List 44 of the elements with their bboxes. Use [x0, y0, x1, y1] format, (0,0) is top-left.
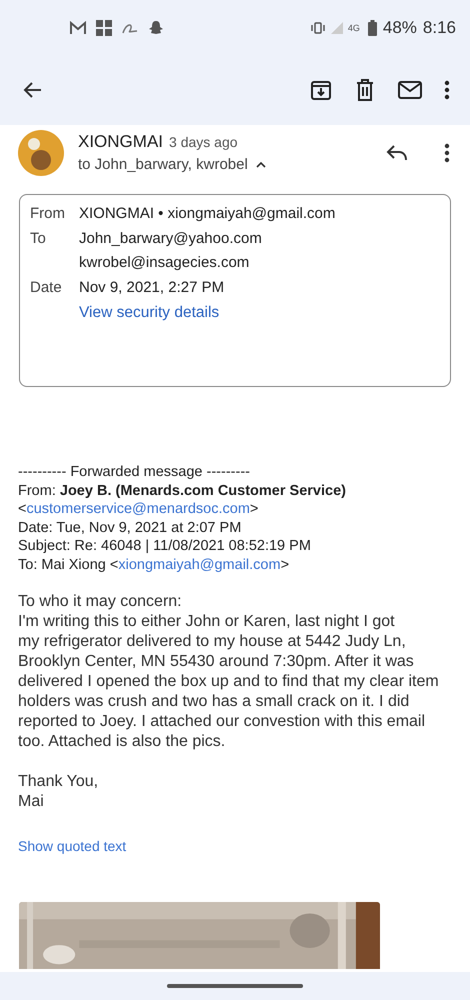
scribble-app-icon [122, 22, 138, 34]
vibrate-icon [310, 22, 326, 34]
detail-label: From [30, 205, 66, 222]
archive-icon [310, 79, 332, 101]
mail-app-icon [70, 20, 86, 34]
sender-name: XIONGMAI [78, 132, 164, 152]
header-line: Date: Tue, Nov 9, 2021 at 2:07 PM [18, 518, 242, 537]
email-link[interactable]: xiongmaiyah@gmail.com [118, 556, 281, 572]
more-vertical-icon [444, 142, 450, 162]
detail-label: Date [30, 279, 63, 296]
battery-icon [368, 20, 377, 36]
security-details-link[interactable]: View security details [79, 304, 220, 322]
detail-label: To [30, 230, 47, 249]
chevron-up-icon [256, 161, 266, 168]
reply-icon [386, 144, 408, 160]
sent-time: 3 days ago [169, 134, 238, 150]
body-paragraph: To who it may concern: [18, 592, 183, 612]
header-line: <customerservice@menardsoc.com> [18, 500, 260, 518]
recipients-summary: to John_barwary, kwrobel [78, 156, 248, 173]
detail-value: XIONGMAI • xiongmaiyah@gmail.com [79, 205, 336, 222]
header-line: To: Mai Xiong <xiongmaiyah@gmail.com> [18, 556, 290, 574]
clock-time: 8:16 [422, 18, 456, 38]
show-quoted-text-link[interactable]: Show quoted text [18, 838, 126, 854]
back-arrow-icon [22, 81, 42, 99]
more-vertical-icon [444, 80, 450, 100]
signoff-line: Mai [18, 792, 45, 812]
envelope-icon [398, 81, 422, 99]
email-link[interactable]: customerservice@menardsoc.com [26, 501, 250, 517]
header-line: From: Joey B. (Menards.com Customer Service) [18, 482, 347, 500]
ghost-app-icon [148, 20, 164, 36]
detail-value: kwrobel@insagecies.com [79, 254, 250, 271]
sender-avatar [18, 130, 64, 176]
signoff-line: Thank You, [18, 772, 100, 792]
detail-value: Nov 9, 2021, 2:27 PM [79, 279, 224, 296]
body-paragraph: my refrigerator delivered to my house at 5442 Judy Ln, Brooklyn Center, MN 55430 around 7:30pm. After it was delivered I opened the box up and to find that my clear item holders was crush and two has a small crack on it. I did reported to Joey. I attached our convestion with this email too. Attached is also the pics. [18, 632, 440, 752]
body-paragraph: I'm writing this to either John or Karen, last night I got [18, 612, 396, 632]
trash-icon [356, 79, 374, 101]
network-type: 4G [348, 22, 360, 32]
header-line: Subject: Re: 46048 | 11/08/2021 08:52:19 PM [18, 537, 312, 556]
detail-value: John_barwary@yahoo.com [79, 230, 262, 247]
signal-icon [330, 20, 344, 34]
grid-app-icon [96, 20, 112, 36]
header-line: ---------- Forwarded message --------- [18, 463, 251, 482]
battery-percent: 48% [382, 18, 417, 38]
